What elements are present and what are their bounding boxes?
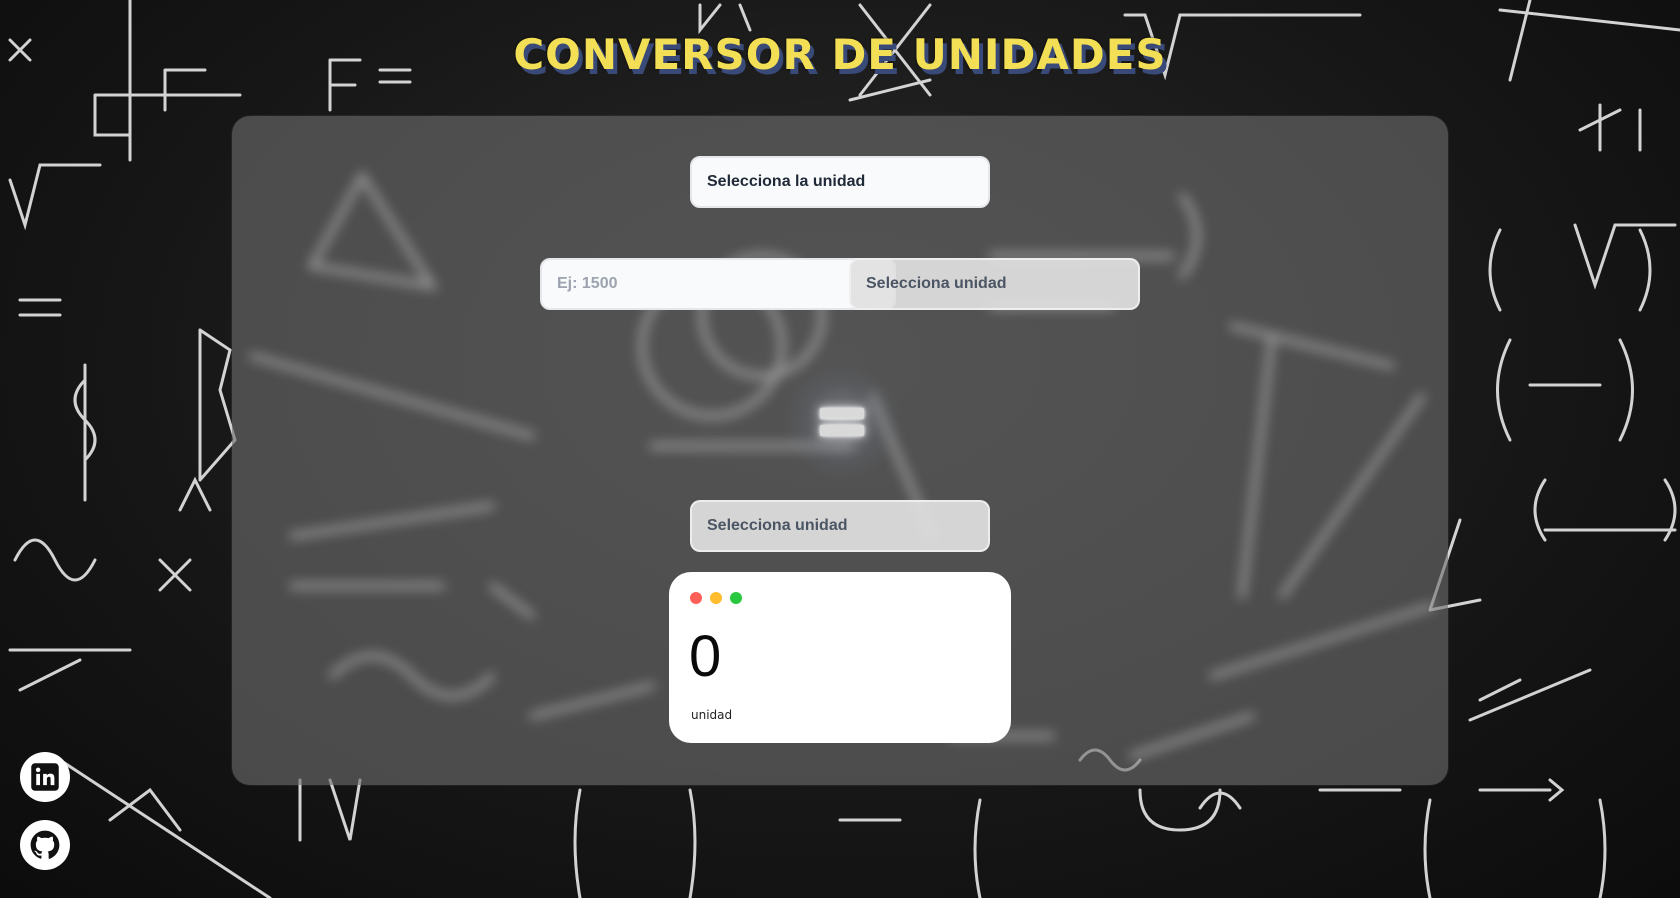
from-unit-select[interactable]: Selecciona unidad: [849, 258, 1140, 310]
yellow-dot-icon: [710, 592, 722, 604]
linkedin-icon: [31, 763, 59, 791]
category-select-value: Selecciona la unidad: [707, 173, 866, 190]
equals-icon: [782, 362, 902, 482]
amount-input[interactable]: [540, 258, 896, 310]
result-unit: unidad: [691, 708, 733, 722]
green-dot-icon: [730, 592, 742, 604]
linkedin-link[interactable]: [20, 752, 70, 802]
from-unit-select-value: Selecciona unidad: [866, 275, 1007, 292]
github-icon: [30, 830, 60, 859]
result-value: 0: [689, 624, 722, 689]
red-dot-icon: [690, 592, 702, 604]
page-title: CONVERSOR DE UNIDADES: [513, 30, 1167, 79]
to-unit-select[interactable]: Selecciona unidad: [690, 500, 990, 552]
category-select[interactable]: Selecciona la unidad: [690, 156, 990, 208]
github-link[interactable]: [20, 820, 70, 870]
window-dots: [690, 592, 742, 604]
result-card: 0 unidad: [669, 572, 1011, 743]
to-unit-select-value: Selecciona unidad: [707, 517, 848, 534]
